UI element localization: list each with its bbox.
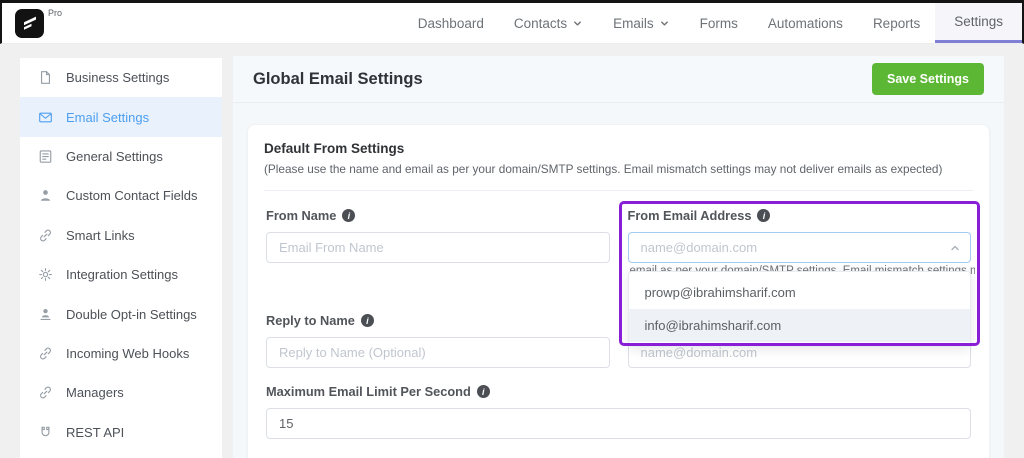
sidebar-item-business-settings[interactable]: Business Settings <box>20 58 222 97</box>
sidebar-item-label: Double Opt-in Settings <box>66 306 197 322</box>
default-from-settings-card: Default From Settings (Please use the na… <box>247 124 990 458</box>
from-email-field: From Email Address i email as per your d… <box>618 201 980 347</box>
divider <box>264 190 973 191</box>
sidebar-item-label: Custom Contact Fields <box>66 188 198 204</box>
user-pin-icon <box>38 307 53 322</box>
magnet-icon <box>38 425 53 440</box>
sidebar-item-label: Integration Settings <box>66 267 179 283</box>
reply-to-name-label: Reply to Name i <box>266 313 610 328</box>
user-icon <box>38 188 53 203</box>
fluentcrm-logo[interactable] <box>15 8 44 38</box>
nav-reports[interactable]: Reports <box>858 3 935 43</box>
nav-dashboard[interactable]: Dashboard <box>403 3 499 43</box>
sidebar-item-label: Managers <box>66 385 124 401</box>
form-row-3: Maximum Email Limit Per Second i <box>266 384 971 439</box>
app-window: Pro Dashboard Contacts Emails Forms Auto… <box>0 0 1024 458</box>
main-content: Global Email Settings Save Settings Defa… <box>233 56 1004 458</box>
nav-emails[interactable]: Emails <box>598 3 685 43</box>
dropdown-option[interactable]: info@ibrahimsharif.com <box>628 309 970 342</box>
from-name-field: From Name i <box>266 208 610 263</box>
sidebar-item-double-opt-in-settings[interactable]: Double Opt-in Settings <box>20 294 222 333</box>
info-icon[interactable]: i <box>757 209 771 222</box>
dropdown-option[interactable]: prowp@ibrahimsharif.com <box>629 276 971 309</box>
sidebar-item-label: Smart Links <box>66 227 135 243</box>
page-title: Global Email Settings <box>253 69 423 88</box>
save-settings-button[interactable]: Save Settings <box>872 63 984 95</box>
link-icon <box>38 346 53 361</box>
sidebar-item-rest-api[interactable]: REST API <box>20 413 222 452</box>
top-navbar: Pro Dashboard Contacts Emails Forms Auto… <box>0 3 1024 44</box>
card-subtitle: (Please use the name and email as per yo… <box>264 162 943 176</box>
link-icon <box>38 385 53 400</box>
chevron-down-icon <box>574 21 582 26</box>
gear-icon <box>38 267 53 282</box>
card-title: Default From Settings <box>264 141 405 156</box>
sidebar-item-label: REST API <box>66 424 125 440</box>
sidebar-item-integration-settings[interactable]: Integration Settings <box>20 255 222 294</box>
page-header: Global Email Settings Save Settings <box>233 56 1004 103</box>
main-nav: Dashboard Contacts Emails Forms Automati… <box>403 3 1022 43</box>
logo-bolt-icon <box>23 16 36 30</box>
sidebar-item-managers[interactable]: Managers <box>20 373 222 412</box>
from-email-label: From Email Address i <box>628 208 972 223</box>
from-email-dropdown: prowp@ibrahimsharif.com info@ibrahimshar… <box>627 271 971 347</box>
pro-badge: Pro <box>48 8 63 18</box>
form-row-1: From Name i From Email Address i <box>266 201 980 347</box>
sidebar-item-label: General Settings <box>66 148 163 164</box>
file-icon <box>38 70 53 85</box>
nav-settings[interactable]: Settings <box>935 3 1022 43</box>
link-icon <box>38 228 53 243</box>
file-text-icon <box>38 149 53 164</box>
nav-automations[interactable]: Automations <box>753 3 858 43</box>
max-email-limit-input[interactable] <box>266 408 971 439</box>
sidebar-item-smart-links[interactable]: Smart Links <box>20 216 222 255</box>
info-icon[interactable]: i <box>476 385 490 398</box>
from-name-label: From Name i <box>266 208 610 223</box>
reply-to-name-field: Reply to Name i <box>266 313 610 368</box>
settings-sidebar: Business Settings Email Settings General… <box>20 58 222 458</box>
sidebar-item-incoming-web-hooks[interactable]: Incoming Web Hooks <box>20 334 222 373</box>
chevron-up-icon[interactable] <box>949 241 961 259</box>
sidebar-item-general-settings[interactable]: General Settings <box>20 137 222 176</box>
from-email-select-wrap <box>627 232 971 263</box>
sidebar-item-email-settings[interactable]: Email Settings <box>20 97 222 137</box>
nav-contacts[interactable]: Contacts <box>499 3 598 43</box>
sidebar-item-label: Email Settings <box>66 109 150 125</box>
sidebar-item-label: Incoming Web Hooks <box>66 345 190 361</box>
chevron-down-icon <box>660 21 668 26</box>
info-icon[interactable]: i <box>360 314 374 327</box>
sidebar-item-label: Business Settings <box>66 70 170 86</box>
info-icon[interactable]: i <box>342 209 356 222</box>
form-area: From Name i From Email Address i <box>264 201 980 439</box>
from-name-input[interactable] <box>266 232 610 263</box>
max-email-limit-label: Maximum Email Limit Per Second i <box>266 384 971 399</box>
envelope-icon <box>38 110 53 125</box>
sidebar-item-custom-contact-fields[interactable]: Custom Contact Fields <box>20 176 222 215</box>
reply-to-name-input[interactable] <box>266 337 610 368</box>
from-email-input[interactable] <box>627 232 971 263</box>
nav-forms[interactable]: Forms <box>685 3 753 43</box>
